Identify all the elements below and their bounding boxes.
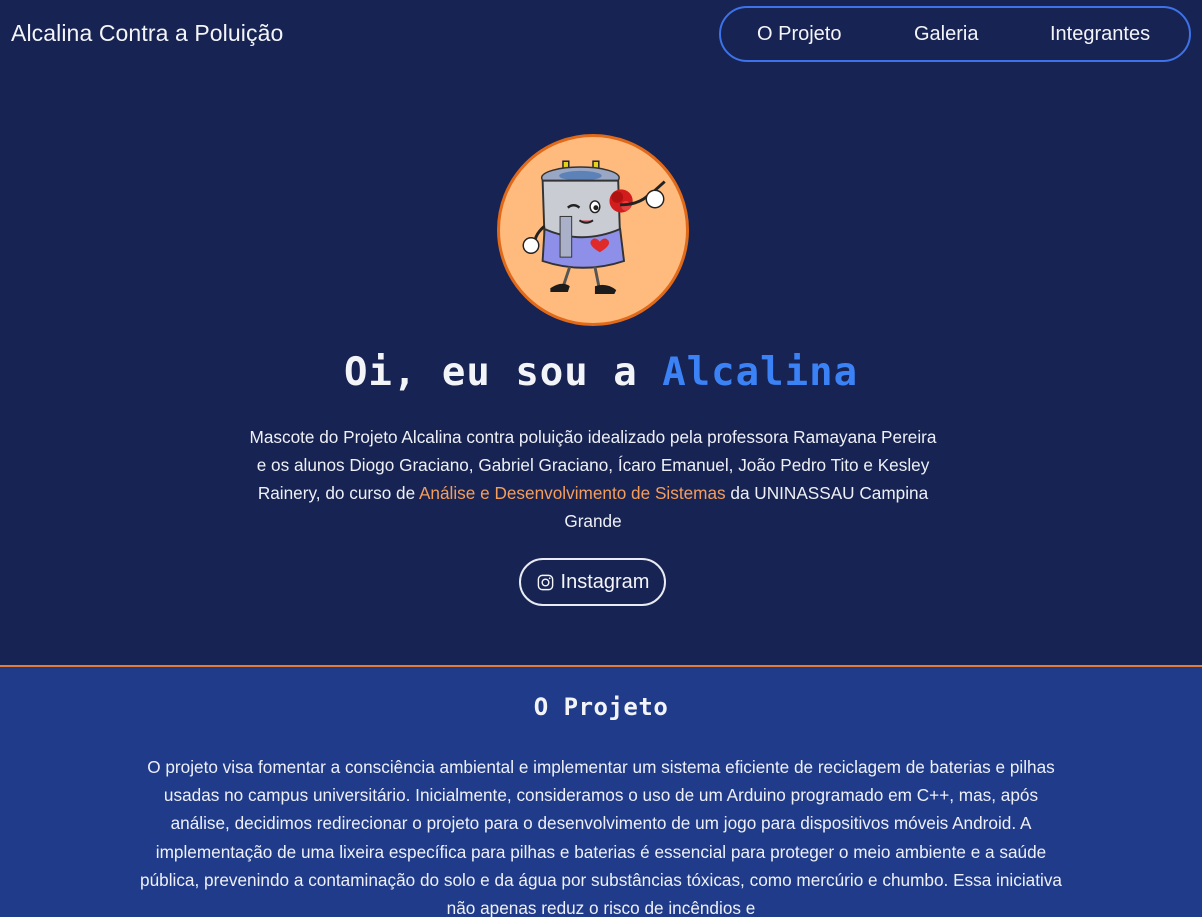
project-text: O projeto visa fomentar a consciência am… [140, 757, 1062, 917]
instagram-button[interactable]: Instagram [519, 558, 666, 606]
brand-link[interactable]: Alcalina Contra a Poluição [11, 20, 283, 47]
hero-title-accent: Alcalina [662, 350, 859, 395]
battery-mascot-icon [522, 160, 666, 294]
instagram-label: Instagram [560, 570, 650, 593]
hero-title-prefix: Oi, eu sou a [343, 350, 663, 395]
project-section: O Projeto O projeto visa fomentar a cons… [0, 665, 1202, 917]
nav-item-o-projeto[interactable]: O Projeto [757, 23, 841, 46]
hero-description: Mascote do Projeto Alcalina contra polui… [246, 423, 940, 535]
project-title: O Projeto [533, 693, 669, 721]
site-header: Alcalina Contra a Poluição O Projeto Gal… [0, 0, 1202, 66]
mascot-avatar [497, 134, 689, 326]
hero-title: Oi, eu sou a Alcalina [0, 350, 1202, 395]
instagram-icon [537, 574, 553, 590]
nav-item-integrantes[interactable]: Integrantes [1050, 23, 1150, 46]
nav-item-galeria[interactable]: Galeria [914, 23, 978, 46]
course-name: Análise e Desenvolvimento de Sistemas [418, 483, 726, 503]
main-nav: O Projeto Galeria Integrantes [719, 6, 1191, 62]
